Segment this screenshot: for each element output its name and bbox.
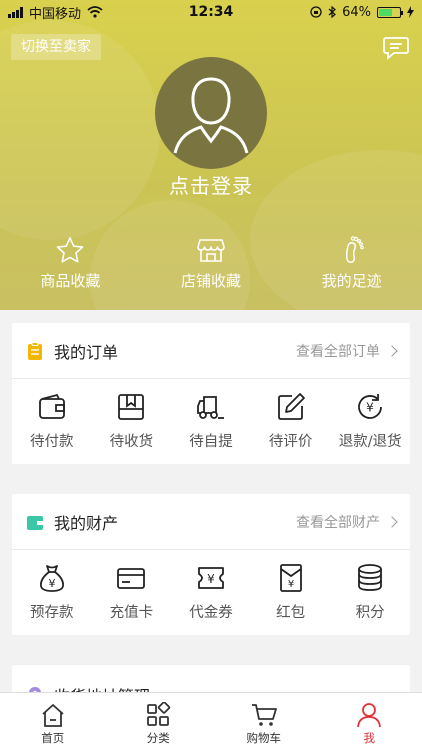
orders-header[interactable]: 我的订单 查看全部订单: [12, 323, 410, 379]
category-icon: [147, 702, 171, 726]
order-self-pickup[interactable]: 待自提: [171, 392, 251, 451]
footprint-icon: [345, 236, 364, 263]
bluetooth-icon: [328, 6, 337, 18]
tab-label: 我: [363, 731, 376, 745]
battery-icon: [377, 6, 403, 18]
orientation-lock-icon: [310, 6, 322, 18]
tab-cart[interactable]: 购物车: [211, 693, 317, 750]
order-label: 退款/退货: [338, 434, 402, 450]
message-icon[interactable]: [382, 36, 410, 60]
svg-text:¥: ¥: [207, 572, 215, 586]
refund-icon: ¥: [358, 394, 383, 419]
asset-label: 充值卡: [109, 605, 154, 621]
asset-label: 积分: [355, 605, 385, 621]
store-icon: [197, 239, 225, 262]
order-label: 待自提: [189, 434, 233, 450]
assets-grid: ¥ 预存款 充值卡 ¥ 代金券 ¥ 红包 积分: [12, 550, 410, 635]
user-icon: [357, 703, 382, 728]
asset-label: 预存款: [30, 605, 74, 621]
profile-header: 切换至卖家 点击登录 商品收藏 店铺收藏 我的足迹: [0, 0, 422, 310]
asset-label: 红包: [276, 605, 306, 621]
chevron-right-icon: [386, 515, 398, 528]
quick-link-label: 商品收藏: [40, 272, 101, 290]
edit-icon: [277, 393, 305, 420]
avatar[interactable]: [155, 57, 267, 169]
view-all-assets-label: 查看全部财产: [296, 514, 380, 531]
orders-title: 我的订单: [54, 342, 119, 362]
quick-link-label: 我的足迹: [321, 272, 382, 290]
switch-to-seller-button[interactable]: 切换至卖家: [11, 34, 101, 60]
carrier-name: 中国移动: [29, 6, 82, 22]
tab-label: 分类: [146, 731, 170, 745]
quick-links: 商品收藏 店铺收藏 我的足迹: [0, 236, 422, 291]
quick-link-footprint[interactable]: 我的足迹: [281, 236, 422, 291]
tab-category[interactable]: 分类: [106, 693, 212, 750]
package-icon: [118, 394, 145, 420]
svg-text:¥: ¥: [366, 401, 374, 415]
chevron-right-icon: [386, 344, 398, 357]
cart-icon: [251, 704, 277, 726]
truck-icon: [197, 396, 224, 419]
view-all-orders-label: 查看全部订单: [296, 343, 380, 360]
tab-me[interactable]: 我: [317, 693, 422, 750]
battery-percent: 64%: [342, 4, 371, 20]
charging-icon: [407, 6, 414, 18]
home-icon: [42, 704, 64, 727]
svg-text:¥: ¥: [287, 579, 293, 590]
assets-header[interactable]: 我的财产 查看全部财产: [12, 494, 410, 550]
tab-label: 首页: [41, 731, 65, 745]
asset-label: 代金券: [189, 605, 233, 621]
quick-link-favorite-goods[interactable]: 商品收藏: [0, 236, 141, 291]
card-icon: [117, 568, 146, 589]
order-pending-review[interactable]: 待评价: [251, 392, 331, 451]
orders-grid: 待付款 待收货 待自提 待评价 ¥ 退款/退货: [12, 379, 410, 464]
order-pending-payment[interactable]: 待付款: [12, 392, 92, 451]
order-refund[interactable]: ¥ 退款/退货: [330, 392, 410, 451]
coins-icon: [358, 564, 383, 591]
user-silhouette-icon: [173, 77, 249, 154]
order-pending-receipt[interactable]: 待收货: [92, 392, 172, 451]
signal-icon: [8, 6, 23, 18]
orders-card: 我的订单 查看全部订单 待付款 待收货 待自提 待评价 ¥ 退款/退货: [12, 323, 410, 464]
order-label: 待收货: [109, 434, 154, 450]
red-envelope-icon: ¥: [279, 564, 302, 592]
quick-link-label: 店铺收藏: [181, 272, 242, 290]
status-bar: 中国移动 12:34 64%: [0, 0, 422, 24]
wallet-green-icon: [27, 515, 43, 530]
voucher-icon: ¥: [198, 567, 224, 589]
tab-home[interactable]: 首页: [0, 693, 106, 750]
quick-link-favorite-stores[interactable]: 店铺收藏: [141, 236, 282, 291]
asset-recharge-card[interactable]: 充值卡: [92, 563, 172, 622]
view-all-orders-link[interactable]: 查看全部订单: [296, 341, 398, 361]
order-label: 待付款: [30, 434, 74, 450]
star-icon: [57, 237, 84, 263]
view-all-assets-link[interactable]: 查看全部财产: [296, 512, 398, 532]
asset-red-envelope[interactable]: ¥ 红包: [251, 563, 331, 622]
tab-label: 购物车: [246, 731, 282, 745]
asset-deposit[interactable]: ¥ 预存款: [12, 563, 92, 622]
clipboard-icon: [28, 341, 42, 360]
wallet-icon: [38, 393, 65, 419]
asset-voucher[interactable]: ¥ 代金券: [171, 563, 251, 622]
wifi-icon: [87, 6, 103, 18]
money-bag-icon: ¥: [39, 565, 64, 592]
order-label: 待评价: [268, 434, 313, 450]
assets-title: 我的财产: [54, 513, 119, 533]
tab-bar: 首页 分类 购物车 我: [0, 692, 422, 750]
login-link[interactable]: 点击登录: [0, 170, 422, 199]
asset-points[interactable]: 积分: [330, 563, 410, 622]
assets-card: 我的财产 查看全部财产 ¥ 预存款 充值卡 ¥ 代金券 ¥ 红包 积分: [12, 494, 410, 635]
svg-text:¥: ¥: [48, 577, 55, 590]
status-time: 12:34: [188, 4, 234, 20]
